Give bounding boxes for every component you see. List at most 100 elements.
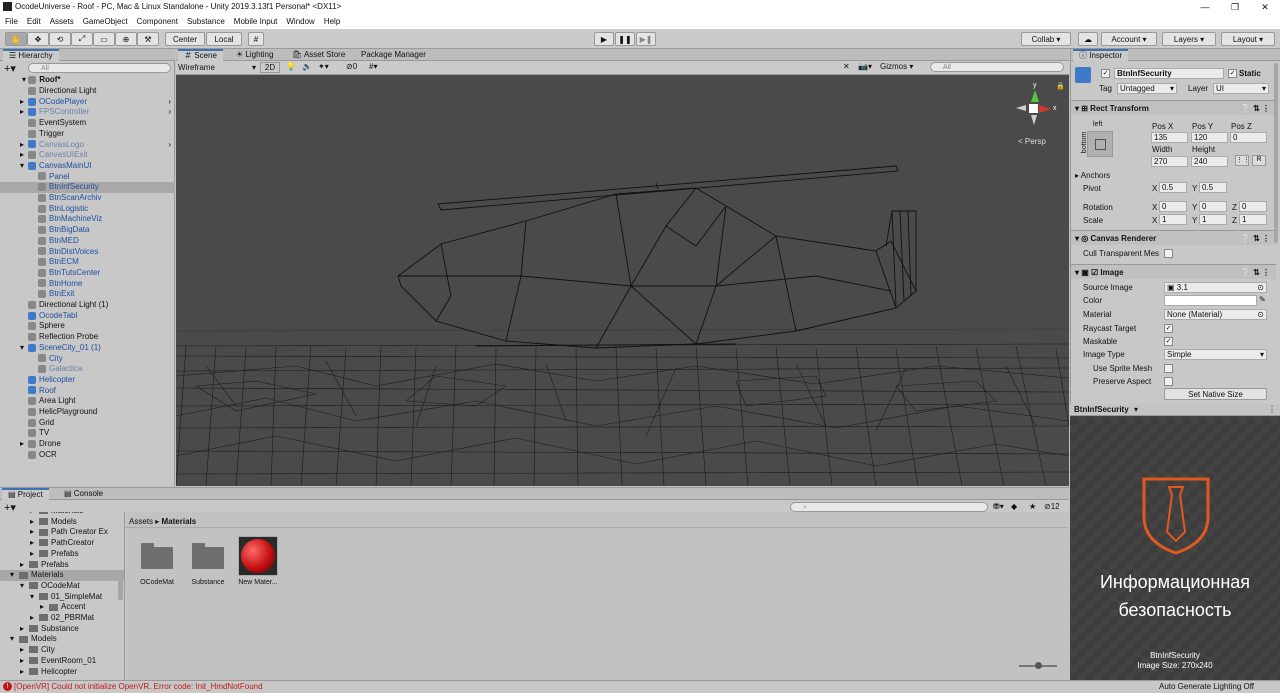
- hierarchy-item[interactable]: BtnInfSecurity: [0, 182, 175, 193]
- material-field[interactable]: None (Material) ⊙: [1164, 309, 1267, 320]
- expand-arrow-icon[interactable]: ▸: [40, 602, 49, 613]
- scale-x-field[interactable]: 1: [1159, 214, 1187, 225]
- active-checkbox[interactable]: ✓: [1101, 69, 1110, 78]
- hierarchy-item[interactable]: City: [0, 354, 175, 365]
- hierarchy-item[interactable]: Roof: [0, 386, 175, 397]
- folder-tree-item[interactable]: ▸ Helicopter: [0, 667, 124, 678]
- expand-arrow-icon[interactable]: ▸: [20, 140, 28, 151]
- preserve-aspect-checkbox[interactable]: [1164, 377, 1173, 386]
- scale-z-field[interactable]: 1: [1239, 214, 1267, 225]
- prefab-open-icon[interactable]: ›: [168, 107, 171, 118]
- gizmo-neg-x[interactable]: [1016, 105, 1026, 111]
- expand-arrow-icon[interactable]: ▾: [10, 634, 19, 645]
- tools-icon[interactable]: ✕: [843, 62, 850, 71]
- expand-arrow-icon[interactable]: ▾: [20, 343, 28, 354]
- folder-tree-item[interactable]: ▾ OCodeMat: [0, 581, 124, 592]
- image-type-dropdown[interactable]: Simple ▾: [1164, 349, 1267, 360]
- hierarchy-item[interactable]: BtnHome: [0, 279, 175, 290]
- hierarchy-item[interactable]: BtnLogistic: [0, 204, 175, 215]
- static-checkbox[interactable]: ✓: [1228, 69, 1237, 78]
- tab-inspector[interactable]: ⓘ Inspector: [1073, 49, 1129, 61]
- folder-tree-item[interactable]: ▾ Models: [0, 634, 124, 645]
- width-field[interactable]: 270: [1151, 156, 1188, 167]
- rot-y-field[interactable]: 0: [1199, 201, 1227, 212]
- blueprint-mode-icon[interactable]: ⋮⋮: [1235, 155, 1250, 166]
- hierarchy-item[interactable]: ▸ OCodePlayer ›: [0, 97, 175, 108]
- hierarchy-item[interactable]: ▸ FPSController ›: [0, 107, 175, 118]
- hierarchy-item[interactable]: BtnMachineViz: [0, 214, 175, 225]
- custom-tool-icon[interactable]: ⚒: [137, 32, 159, 46]
- hierarchy-item[interactable]: Directional Light: [0, 86, 175, 97]
- expand-arrow-icon[interactable]: ▸: [20, 439, 28, 450]
- posz-field[interactable]: 0: [1230, 132, 1267, 143]
- folder-tree-item[interactable]: ▾ 01_SimpleMat: [0, 592, 124, 603]
- scene-viewport[interactable]: [176, 76, 1069, 486]
- hierarchy-item[interactable]: ▾ SceneCity_01 (1): [0, 343, 175, 354]
- tab-scene[interactable]: ＃ Scene: [178, 49, 223, 61]
- expand-arrow-icon[interactable]: ▾: [30, 592, 39, 603]
- hierarchy-item[interactable]: BtnScanArchiv: [0, 193, 175, 204]
- folder-tree-item[interactable]: ▸ 02_PBRMat: [0, 613, 124, 624]
- hierarchy-item[interactable]: Helicopter: [0, 375, 175, 386]
- expand-arrow-icon[interactable]: ▸: [20, 645, 29, 656]
- color-swatch[interactable]: [1164, 295, 1257, 306]
- menu-file[interactable]: File: [5, 17, 18, 26]
- pivot-local-button[interactable]: Local: [206, 32, 242, 46]
- expand-arrow-icon[interactable]: ▸: [30, 517, 39, 528]
- hierarchy-item[interactable]: Reflection Probe: [0, 332, 175, 343]
- menu-help[interactable]: Help: [324, 17, 340, 26]
- folder-tree-item[interactable]: ▸ Prefabs: [0, 549, 124, 560]
- close-icon[interactable]: ✕: [1250, 0, 1280, 14]
- folder-tree-item[interactable]: ▾ Materials: [0, 570, 124, 581]
- gizmos-dropdown[interactable]: Gizmos ▾: [880, 62, 913, 71]
- expand-arrow-icon[interactable]: ▸: [20, 667, 29, 678]
- eyedropper-icon[interactable]: ✎: [1259, 295, 1266, 304]
- expand-arrow-icon[interactable]: ▸: [20, 560, 29, 571]
- material-thumbnail[interactable]: [238, 536, 278, 576]
- menu-component[interactable]: Component: [137, 17, 178, 26]
- prefab-open-icon[interactable]: ›: [168, 97, 171, 108]
- hierarchy-item[interactable]: EventSystem: [0, 118, 175, 129]
- scale-tool-icon[interactable]: ⤢: [71, 32, 93, 46]
- hierarchy-item[interactable]: BtnMED: [0, 236, 175, 247]
- folder-tree-item[interactable]: ▸ Prefabs: [0, 560, 124, 571]
- audio-toggle-icon[interactable]: 🔈: [302, 62, 312, 71]
- menu-edit[interactable]: Edit: [27, 17, 41, 26]
- expand-arrow-icon[interactable]: ▾: [10, 570, 19, 581]
- expand-arrow-icon[interactable]: ▾: [20, 161, 28, 172]
- folder-tree-item[interactable]: ▸ Models: [0, 517, 124, 528]
- tree-scrollbar[interactable]: [118, 580, 123, 600]
- folder-tree-item[interactable]: ▸ Path Creator Ex: [0, 527, 124, 538]
- cull-checkbox[interactable]: [1164, 249, 1173, 258]
- rect-transform-header[interactable]: ▾ ⊞ Rect Transform ❔ ⇅ ⋮: [1071, 100, 1276, 115]
- orientation-gizmo[interactable]: y x: [1014, 82, 1057, 136]
- expand-arrow-icon[interactable]: ▸: [20, 624, 29, 635]
- maximize-icon[interactable]: ❐: [1220, 0, 1250, 14]
- rot-z-field[interactable]: 0: [1239, 201, 1267, 212]
- filter-type-icon[interactable]: ⛃▾: [993, 502, 1004, 511]
- menu-mobile-input[interactable]: Mobile Input: [234, 17, 278, 26]
- tag-dropdown[interactable]: Untagged ▾: [1117, 83, 1177, 94]
- account-dropdown[interactable]: Account ▾: [1101, 32, 1157, 46]
- hierarchy-item[interactable]: ▸ Drone: [0, 439, 175, 450]
- pivot-x-field[interactable]: 0.5: [1159, 182, 1187, 193]
- layout-dropdown[interactable]: Layout ▾: [1221, 32, 1275, 46]
- hierarchy-item[interactable]: Sphere: [0, 321, 175, 332]
- gizmo-x-axis[interactable]: [1039, 105, 1051, 113]
- height-field[interactable]: 240: [1191, 156, 1228, 167]
- prefab-open-icon[interactable]: ›: [168, 140, 171, 151]
- hierarchy-item[interactable]: Trigger: [0, 129, 175, 140]
- scale-y-field[interactable]: 1: [1199, 214, 1227, 225]
- expand-arrow-icon[interactable]: ▸: [20, 97, 28, 108]
- expand-arrow-icon[interactable]: ▸: [30, 538, 39, 549]
- folder-tree-item[interactable]: ▸ PathCreator: [0, 538, 124, 549]
- hierarchy-item[interactable]: HelicPlayground: [0, 407, 175, 418]
- filter-label-icon[interactable]: ◆: [1011, 502, 1017, 511]
- step-icon[interactable]: ▶❚: [636, 32, 656, 46]
- expand-arrow-icon[interactable]: ▸: [30, 527, 39, 538]
- pause-icon[interactable]: ❚❚: [615, 32, 635, 46]
- canvas-renderer-header[interactable]: ▾ ◎ Canvas Renderer ❔ ⇅ ⋮: [1071, 230, 1276, 245]
- tab-lighting[interactable]: ☀ Lighting: [230, 49, 279, 61]
- anchor-preset-button[interactable]: [1087, 131, 1113, 157]
- folder-icon[interactable]: [141, 543, 173, 569]
